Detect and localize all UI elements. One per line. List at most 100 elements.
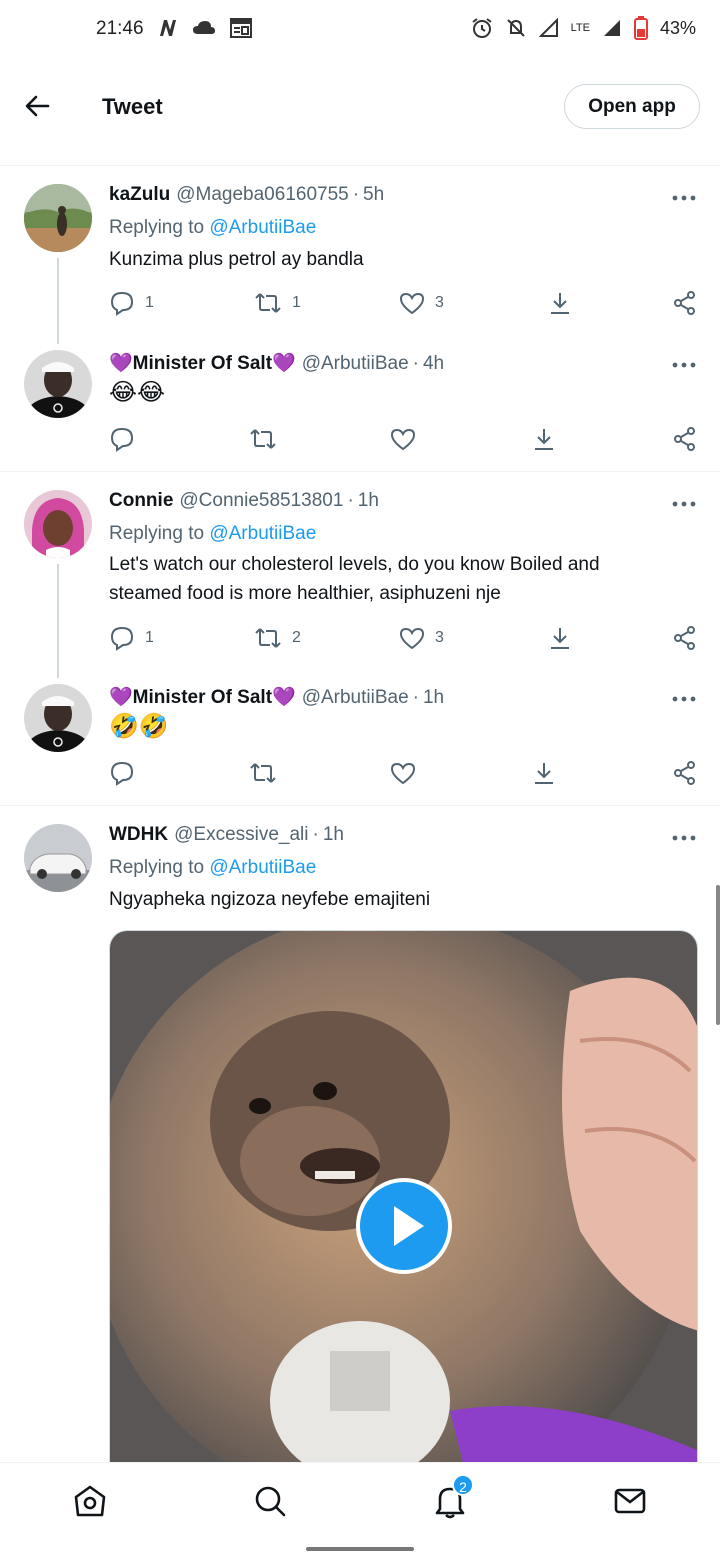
mention-link[interactable]: @ArbutiiBae bbox=[209, 217, 316, 238]
retweet-icon bbox=[250, 429, 276, 449]
display-name[interactable]: Connie bbox=[109, 490, 173, 511]
tweet-time[interactable]: 4h bbox=[423, 353, 444, 374]
share-button[interactable] bbox=[672, 290, 698, 316]
share-button[interactable] bbox=[672, 625, 698, 651]
user-handle[interactable]: @Excessive_ali bbox=[174, 824, 308, 845]
user-handle[interactable]: @Connie58513801 bbox=[179, 490, 343, 511]
download-icon bbox=[551, 628, 569, 649]
user-handle[interactable]: @ArbutiiBae bbox=[302, 353, 409, 374]
search-icon[interactable] bbox=[252, 1483, 288, 1519]
reply-button[interactable] bbox=[109, 426, 135, 452]
battery-icon bbox=[633, 16, 648, 40]
reply-icon bbox=[110, 761, 134, 786]
tweet-actions: 1 2 3 bbox=[0, 625, 720, 655]
tweet-actions bbox=[0, 426, 720, 456]
reply-icon bbox=[110, 291, 134, 316]
mention-link[interactable]: @ArbutiiBae bbox=[209, 857, 316, 878]
download-icon bbox=[551, 293, 569, 314]
tweet-kazulu[interactable]: kaZulu @Mageba06160755 · 5h Replying to @Ar… bbox=[0, 166, 720, 344]
more-options-icon[interactable] bbox=[672, 834, 696, 842]
reply-button[interactable] bbox=[109, 760, 135, 786]
tweet-time[interactable]: 1h bbox=[423, 687, 444, 708]
thread-line bbox=[57, 564, 59, 678]
display-name[interactable]: WDHK bbox=[109, 824, 168, 845]
reply-button[interactable]: 1 bbox=[109, 290, 154, 316]
battery-percent: 43% bbox=[659, 17, 696, 38]
retweet-icon bbox=[255, 293, 281, 313]
like-button[interactable]: 3 bbox=[399, 290, 444, 316]
download-button[interactable] bbox=[547, 625, 573, 651]
status-right-icons: LTE 43% bbox=[471, 16, 696, 40]
open-app-button[interactable]: Open app bbox=[564, 84, 700, 129]
tweet-time[interactable]: 5h bbox=[363, 184, 384, 205]
reply-button[interactable]: 1 bbox=[109, 625, 154, 651]
retweet-button[interactable]: 1 bbox=[254, 290, 301, 316]
retweet-button[interactable] bbox=[249, 426, 277, 452]
status-time: 21:46 bbox=[96, 18, 144, 39]
user-handle[interactable]: @Mageba06160755 bbox=[176, 184, 348, 205]
download-button[interactable] bbox=[547, 290, 573, 316]
signal-icon bbox=[538, 18, 558, 37]
download-icon bbox=[535, 429, 553, 450]
tweet-text: Ngyapheka ngizoza neyfebe emajiteni bbox=[109, 889, 431, 910]
heart-icon bbox=[390, 762, 416, 785]
play-button[interactable] bbox=[356, 1178, 452, 1274]
tweet-time[interactable]: 1h bbox=[323, 824, 344, 845]
tweet-meta: 💜Minister Of Salt💜 @ArbutiiBae · 4h bbox=[109, 353, 445, 374]
like-button[interactable] bbox=[390, 760, 416, 786]
tweet-minister-of-salt-1[interactable]: 💜Minister Of Salt💜 @ArbutiiBae · 4h 😂😂 bbox=[0, 336, 720, 471]
video-thumbnail[interactable] bbox=[109, 930, 698, 1490]
back-arrow-icon[interactable] bbox=[20, 88, 56, 124]
heart-icon bbox=[390, 428, 416, 451]
tweet-text: Let's watch our cholesterol levels, do y… bbox=[109, 554, 600, 604]
tweet-meta: 💜Minister Of Salt💜 @ArbutiiBae · 1h bbox=[109, 687, 445, 708]
download-icon bbox=[535, 763, 553, 784]
replying-to: Replying to @ArbutiiBae bbox=[109, 523, 317, 544]
play-icon bbox=[394, 1206, 424, 1246]
more-options-icon[interactable] bbox=[672, 194, 696, 202]
download-button[interactable] bbox=[531, 760, 557, 786]
avatar[interactable] bbox=[24, 684, 92, 752]
like-button[interactable]: 3 bbox=[399, 625, 444, 651]
display-name[interactable]: kaZulu bbox=[109, 184, 170, 205]
mention-link[interactable]: @ArbutiiBae bbox=[209, 523, 316, 544]
mute-icon bbox=[506, 19, 525, 37]
replying-to: Replying to @ArbutiiBae bbox=[109, 857, 317, 878]
gesture-bar bbox=[306, 1547, 414, 1551]
signal-icon-2 bbox=[603, 20, 620, 36]
tweet-meta: WDHK @Excessive_ali · 1h bbox=[109, 824, 344, 845]
download-button[interactable] bbox=[531, 426, 557, 452]
share-icon bbox=[674, 291, 695, 315]
like-button[interactable] bbox=[390, 426, 416, 452]
avatar[interactable] bbox=[24, 350, 92, 418]
heart-icon bbox=[399, 292, 425, 315]
more-options-icon[interactable] bbox=[672, 695, 696, 703]
retweet-icon bbox=[250, 763, 276, 783]
cloud-icon bbox=[193, 21, 215, 34]
tweet-connie[interactable]: Connie @Connie58513801 · 1h Replying to @Ar… bbox=[0, 472, 720, 678]
share-button[interactable] bbox=[672, 426, 698, 452]
top-bar: Tweet Open app bbox=[0, 60, 720, 166]
retweet-button[interactable] bbox=[249, 760, 277, 786]
user-handle[interactable]: @ArbutiiBae bbox=[302, 687, 409, 708]
more-options-icon[interactable] bbox=[672, 361, 696, 369]
network-type: LTE bbox=[570, 22, 590, 34]
reply-icon bbox=[110, 626, 134, 651]
status-left-icons bbox=[158, 18, 252, 38]
avatar[interactable] bbox=[24, 824, 92, 892]
share-button[interactable] bbox=[672, 760, 698, 786]
avatar[interactable] bbox=[24, 184, 92, 252]
share-icon bbox=[674, 427, 695, 451]
avatar[interactable] bbox=[24, 490, 92, 558]
display-name[interactable]: 💜Minister Of Salt💜 bbox=[109, 353, 296, 374]
share-icon bbox=[674, 626, 695, 650]
messages-icon[interactable] bbox=[612, 1483, 648, 1519]
home-icon[interactable] bbox=[72, 1483, 108, 1519]
tweet-minister-of-salt-2[interactable]: 💜Minister Of Salt💜 @ArbutiiBae · 1h 🤣🤣 bbox=[0, 670, 720, 805]
display-name[interactable]: 💜Minister Of Salt💜 bbox=[109, 687, 296, 708]
tweet-time[interactable]: 1h bbox=[358, 490, 379, 511]
news-icon bbox=[230, 18, 252, 38]
retweet-button[interactable]: 2 bbox=[254, 625, 301, 651]
more-options-icon[interactable] bbox=[672, 500, 696, 508]
status-bar: 21:46 LTE 43% bbox=[0, 0, 720, 60]
